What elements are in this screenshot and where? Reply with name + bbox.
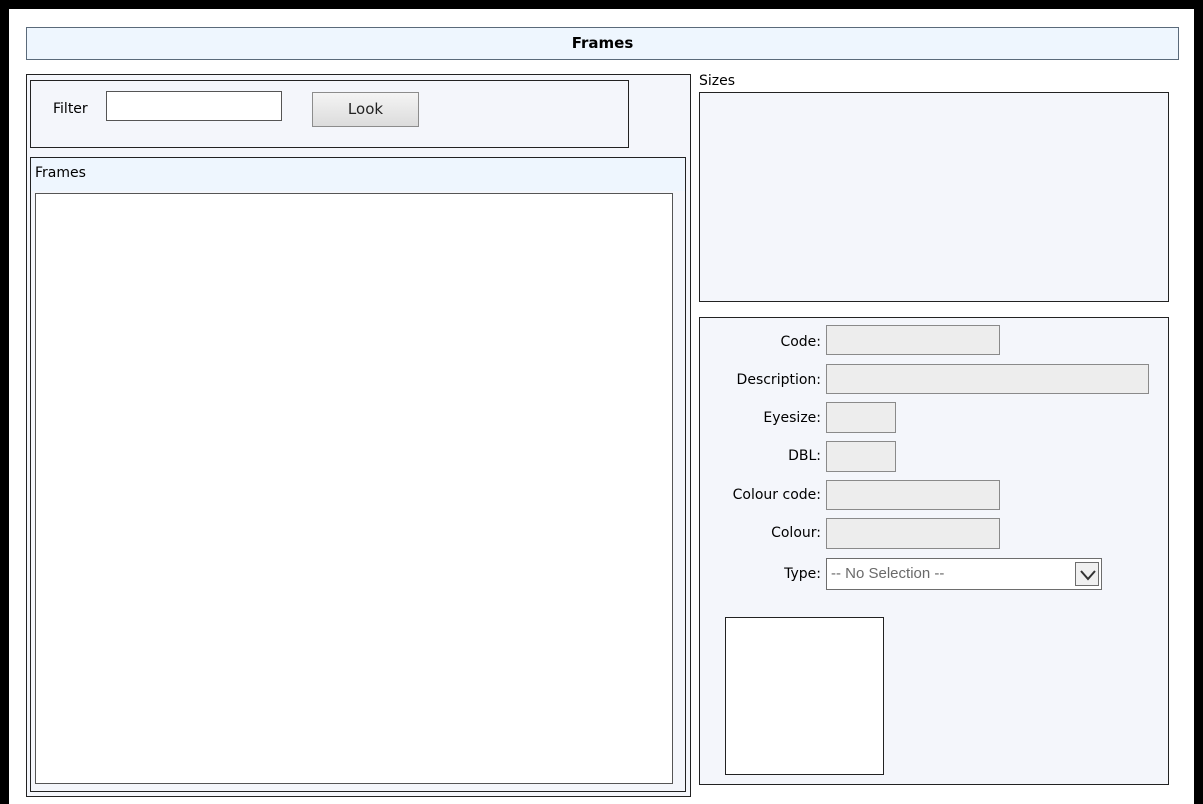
colour-field[interactable] — [826, 518, 1000, 549]
sizes-list[interactable] — [699, 92, 1169, 302]
sizes-section-header: Sizes — [699, 73, 736, 89]
frames-section-title: Frames — [35, 165, 86, 181]
dbl-field[interactable] — [826, 441, 896, 472]
colour-code-label: Colour code: — [732, 487, 821, 503]
type-label: Type: — [784, 566, 821, 582]
frame-image-preview — [725, 617, 884, 775]
code-field[interactable] — [826, 325, 1000, 355]
filter-label: Filter — [53, 101, 88, 117]
frames-window: Frames Filter Look Frames Sizes Code: De… — [9, 9, 1194, 804]
dbl-label: DBL: — [788, 448, 821, 464]
type-select[interactable]: -- No Selection -- — [826, 558, 1102, 590]
colour-label: Colour: — [771, 525, 821, 541]
colour-code-field[interactable] — [826, 480, 1000, 510]
window-title: Frames — [26, 27, 1179, 60]
description-field[interactable] — [826, 364, 1149, 394]
description-label: Description: — [736, 372, 821, 388]
frames-list[interactable] — [35, 193, 673, 784]
eyesize-label: Eyesize: — [763, 410, 821, 426]
look-button[interactable]: Look — [312, 92, 419, 127]
code-label: Code: — [780, 334, 821, 350]
frames-section-header: Frames — [31, 158, 685, 191]
filter-input[interactable] — [106, 91, 282, 121]
eyesize-field[interactable] — [826, 402, 896, 433]
chevron-down-icon[interactable] — [1075, 562, 1099, 586]
type-select-value: -- No Selection -- — [831, 565, 945, 582]
